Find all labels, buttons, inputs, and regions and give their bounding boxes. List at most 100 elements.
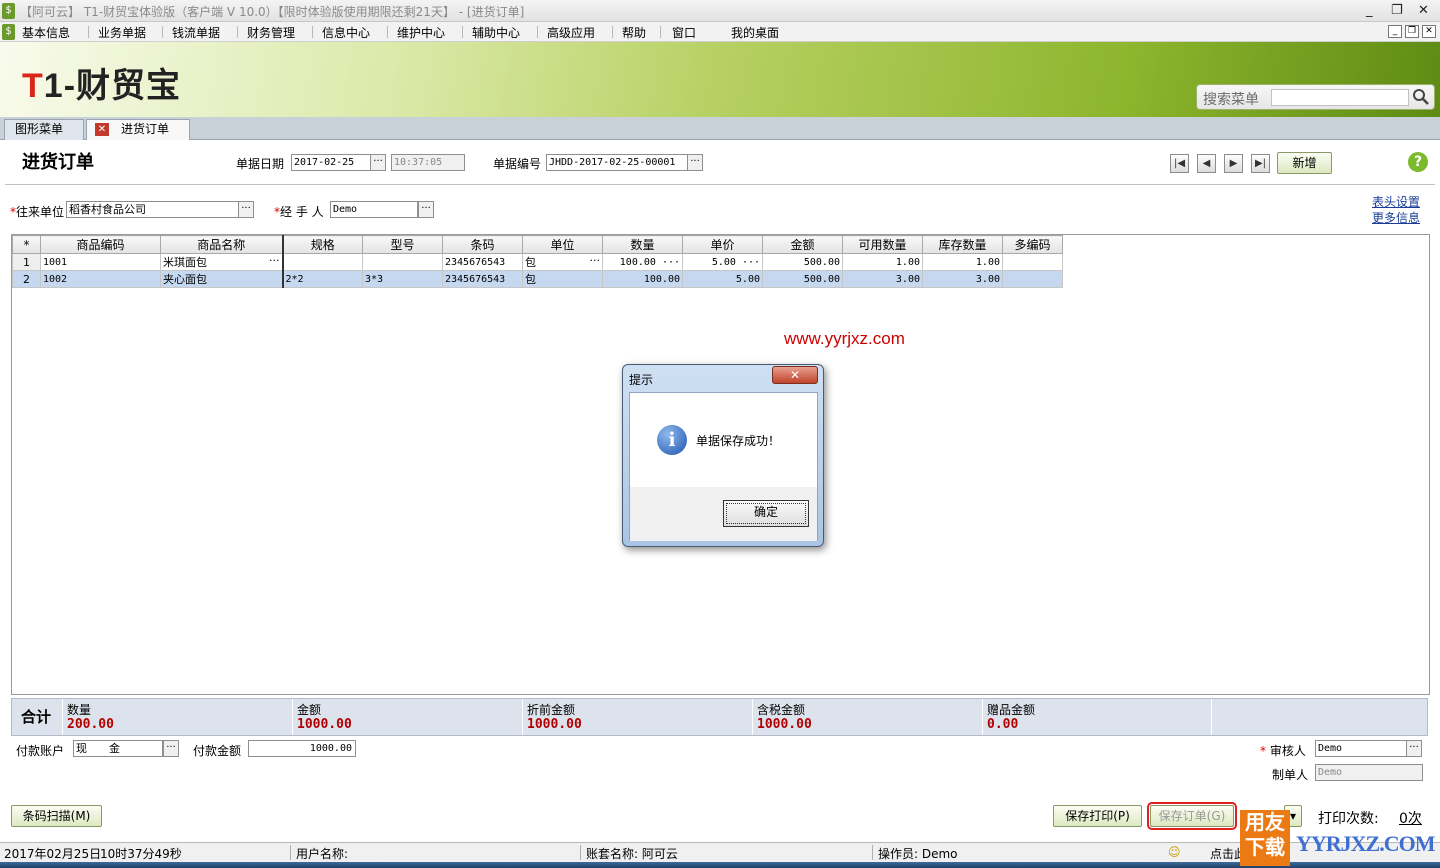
col-header-qty[interactable]: 数量 xyxy=(602,235,683,254)
last-record-button[interactable]: ▶| xyxy=(1251,154,1270,173)
corner-watermark-badge: 用友 下载 xyxy=(1240,810,1290,866)
handler-field[interactable]: Demo xyxy=(330,201,418,218)
partner-field[interactable]: 稻香村食品公司 xyxy=(66,201,239,218)
search-input[interactable] xyxy=(1271,89,1409,106)
cell-lookup-button[interactable]: ··· xyxy=(662,257,680,268)
cell-multicode[interactable] xyxy=(1002,270,1063,288)
menu-maintenance[interactable]: 维护中心 xyxy=(397,24,445,41)
status-separator xyxy=(872,845,873,860)
col-header-multicode[interactable]: 多编码 xyxy=(1002,235,1063,254)
menu-info-center[interactable]: 信息中心 xyxy=(322,24,370,41)
menu-my-desktop[interactable]: 我的桌面 xyxy=(731,24,779,41)
cell-available: 3.00 xyxy=(842,270,923,288)
status-user: 用户名称: xyxy=(296,847,349,861)
cell-model[interactable] xyxy=(362,253,443,271)
menu-basic-info[interactable]: 基本信息 xyxy=(22,24,70,41)
menu-window[interactable]: 窗口 xyxy=(672,24,696,41)
cell-stock: 1.00 xyxy=(922,253,1003,271)
search-icon[interactable] xyxy=(1412,88,1430,106)
date-picker-button[interactable]: ··· xyxy=(370,154,386,171)
date-field[interactable]: 2017-02-25 xyxy=(291,154,371,171)
table-row-selected[interactable]: 2 1002 夹心面包 2*2 3*3 2345676543 包 100.00 … xyxy=(12,270,1063,288)
barcode-scan-button[interactable]: 条码扫描(M) xyxy=(11,805,102,827)
col-header-stock[interactable]: 库存数量 xyxy=(922,235,1003,254)
col-header-price[interactable]: 单价 xyxy=(682,235,763,254)
partner-lookup-button[interactable]: ··· xyxy=(238,201,254,218)
dialog-ok-button[interactable]: 确定 xyxy=(723,500,809,527)
cell-model[interactable]: 3*3 xyxy=(362,270,443,288)
col-header-barcode[interactable]: 条码 xyxy=(442,235,523,254)
cell-multicode[interactable] xyxy=(1002,253,1063,271)
cell-spec[interactable]: 2*2 xyxy=(282,270,363,288)
doc-number-button[interactable]: ··· xyxy=(687,154,703,171)
mdi-restore-button[interactable]: ❐ xyxy=(1405,25,1419,38)
menu-aux-center[interactable]: 辅助中心 xyxy=(472,24,520,41)
col-header-available[interactable]: 可用数量 xyxy=(842,235,923,254)
prev-record-button[interactable]: ◀ xyxy=(1197,154,1216,173)
cell-lookup-button[interactable]: ··· xyxy=(742,257,760,268)
header-settings-link[interactable]: 表头设置 xyxy=(1372,193,1420,210)
cell-barcode[interactable]: 2345676543 xyxy=(442,253,523,271)
auditor-lookup-button[interactable]: ··· xyxy=(1406,740,1422,757)
table-row[interactable]: 1 1001 米琪面包 ··· 2345676543 包 ··· 100.00 ··… xyxy=(12,253,1063,271)
menu-separator xyxy=(162,26,163,38)
minimize-button[interactable]: _ xyxy=(1366,3,1373,18)
col-header-spec[interactable]: 规格 xyxy=(282,235,363,254)
print-count-label: 打印次数: xyxy=(1318,811,1379,827)
mdi-close-button[interactable]: ✕ xyxy=(1422,25,1436,38)
first-record-button[interactable]: |◀ xyxy=(1170,154,1189,173)
total-amount: 金额 1000.00 xyxy=(292,699,522,735)
menu-finance[interactable]: 财务管理 xyxy=(247,24,295,41)
cell-spec[interactable] xyxy=(282,253,363,271)
menu-advanced[interactable]: 高级应用 xyxy=(547,24,595,41)
mdi-minimize-button[interactable]: _ xyxy=(1388,25,1402,38)
cell-qty[interactable]: 100.00 ··· xyxy=(602,253,683,271)
cell-price[interactable]: 5.00 ··· xyxy=(682,253,763,271)
pay-account-field[interactable]: 现 金 xyxy=(73,740,163,757)
save-order-button[interactable]: 保存订单(G) xyxy=(1147,802,1237,830)
cell-name[interactable]: 米琪面包 ··· xyxy=(160,253,284,271)
restore-button[interactable]: ❐ xyxy=(1391,3,1403,18)
more-info-link[interactable]: 更多信息 xyxy=(1372,209,1420,226)
save-print-button[interactable]: 保存打印(P) xyxy=(1053,805,1142,827)
cell-lookup-button[interactable]: ··· xyxy=(269,255,280,268)
auditor-field[interactable]: Demo xyxy=(1315,740,1407,757)
menu-search-box: 搜索菜单 xyxy=(1196,84,1435,110)
brand-logo: T1-财贸宝 xyxy=(22,67,182,105)
tab-close-icon[interactable]: ✕ xyxy=(95,123,109,136)
new-button[interactable]: 新增 xyxy=(1277,152,1332,174)
dialog-close-button[interactable]: ✕ xyxy=(772,366,818,384)
close-button[interactable]: ✕ xyxy=(1418,3,1429,18)
help-icon[interactable]: ? xyxy=(1408,152,1428,172)
tab-graphic-menu[interactable]: 图形菜单 xyxy=(4,119,84,140)
col-header-name[interactable]: 商品名称 xyxy=(160,235,284,254)
status-separator xyxy=(290,845,291,860)
cell-qty[interactable]: 100.00 xyxy=(602,270,683,288)
col-header-code[interactable]: 商品编码 xyxy=(40,235,161,254)
cell-unit[interactable]: 包 xyxy=(522,270,603,288)
col-header-amount[interactable]: 金额 xyxy=(762,235,843,254)
cell-code[interactable]: 1001 xyxy=(40,253,161,271)
next-record-button[interactable]: ▶ xyxy=(1224,154,1243,173)
handler-lookup-button[interactable]: ··· xyxy=(418,201,434,218)
menu-business-docs[interactable]: 业务单据 xyxy=(98,24,146,41)
cell-amount[interactable]: 500.00 xyxy=(762,270,843,288)
cell-code[interactable]: 1002 xyxy=(40,270,161,288)
doc-number-field[interactable]: JHDD-2017-02-25-00001 xyxy=(546,154,688,171)
col-header-unit[interactable]: 单位 xyxy=(522,235,603,254)
pay-amount-field[interactable]: 1000.00 xyxy=(248,740,356,757)
tab-purchase-order[interactable]: ✕ 进货订单 xyxy=(86,119,190,140)
menu-help[interactable]: 帮助 xyxy=(622,24,646,41)
cell-unit[interactable]: 包 ··· xyxy=(522,253,603,271)
cell-name[interactable]: 夹心面包 xyxy=(160,270,284,288)
form-header xyxy=(5,147,1435,185)
menu-cashflow-docs[interactable]: 钱流单据 xyxy=(172,24,220,41)
pay-account-lookup-button[interactable]: ··· xyxy=(163,740,179,757)
cell-amount[interactable]: 500.00 xyxy=(762,253,843,271)
cell-price[interactable]: 5.00 xyxy=(682,270,763,288)
total-qty: 数量 200.00 xyxy=(62,699,292,735)
cell-lookup-button[interactable]: ··· xyxy=(590,255,601,268)
dialog-message: 单据保存成功！ xyxy=(696,434,781,448)
col-header-model[interactable]: 型号 xyxy=(362,235,443,254)
cell-barcode[interactable]: 2345676543 xyxy=(442,270,523,288)
